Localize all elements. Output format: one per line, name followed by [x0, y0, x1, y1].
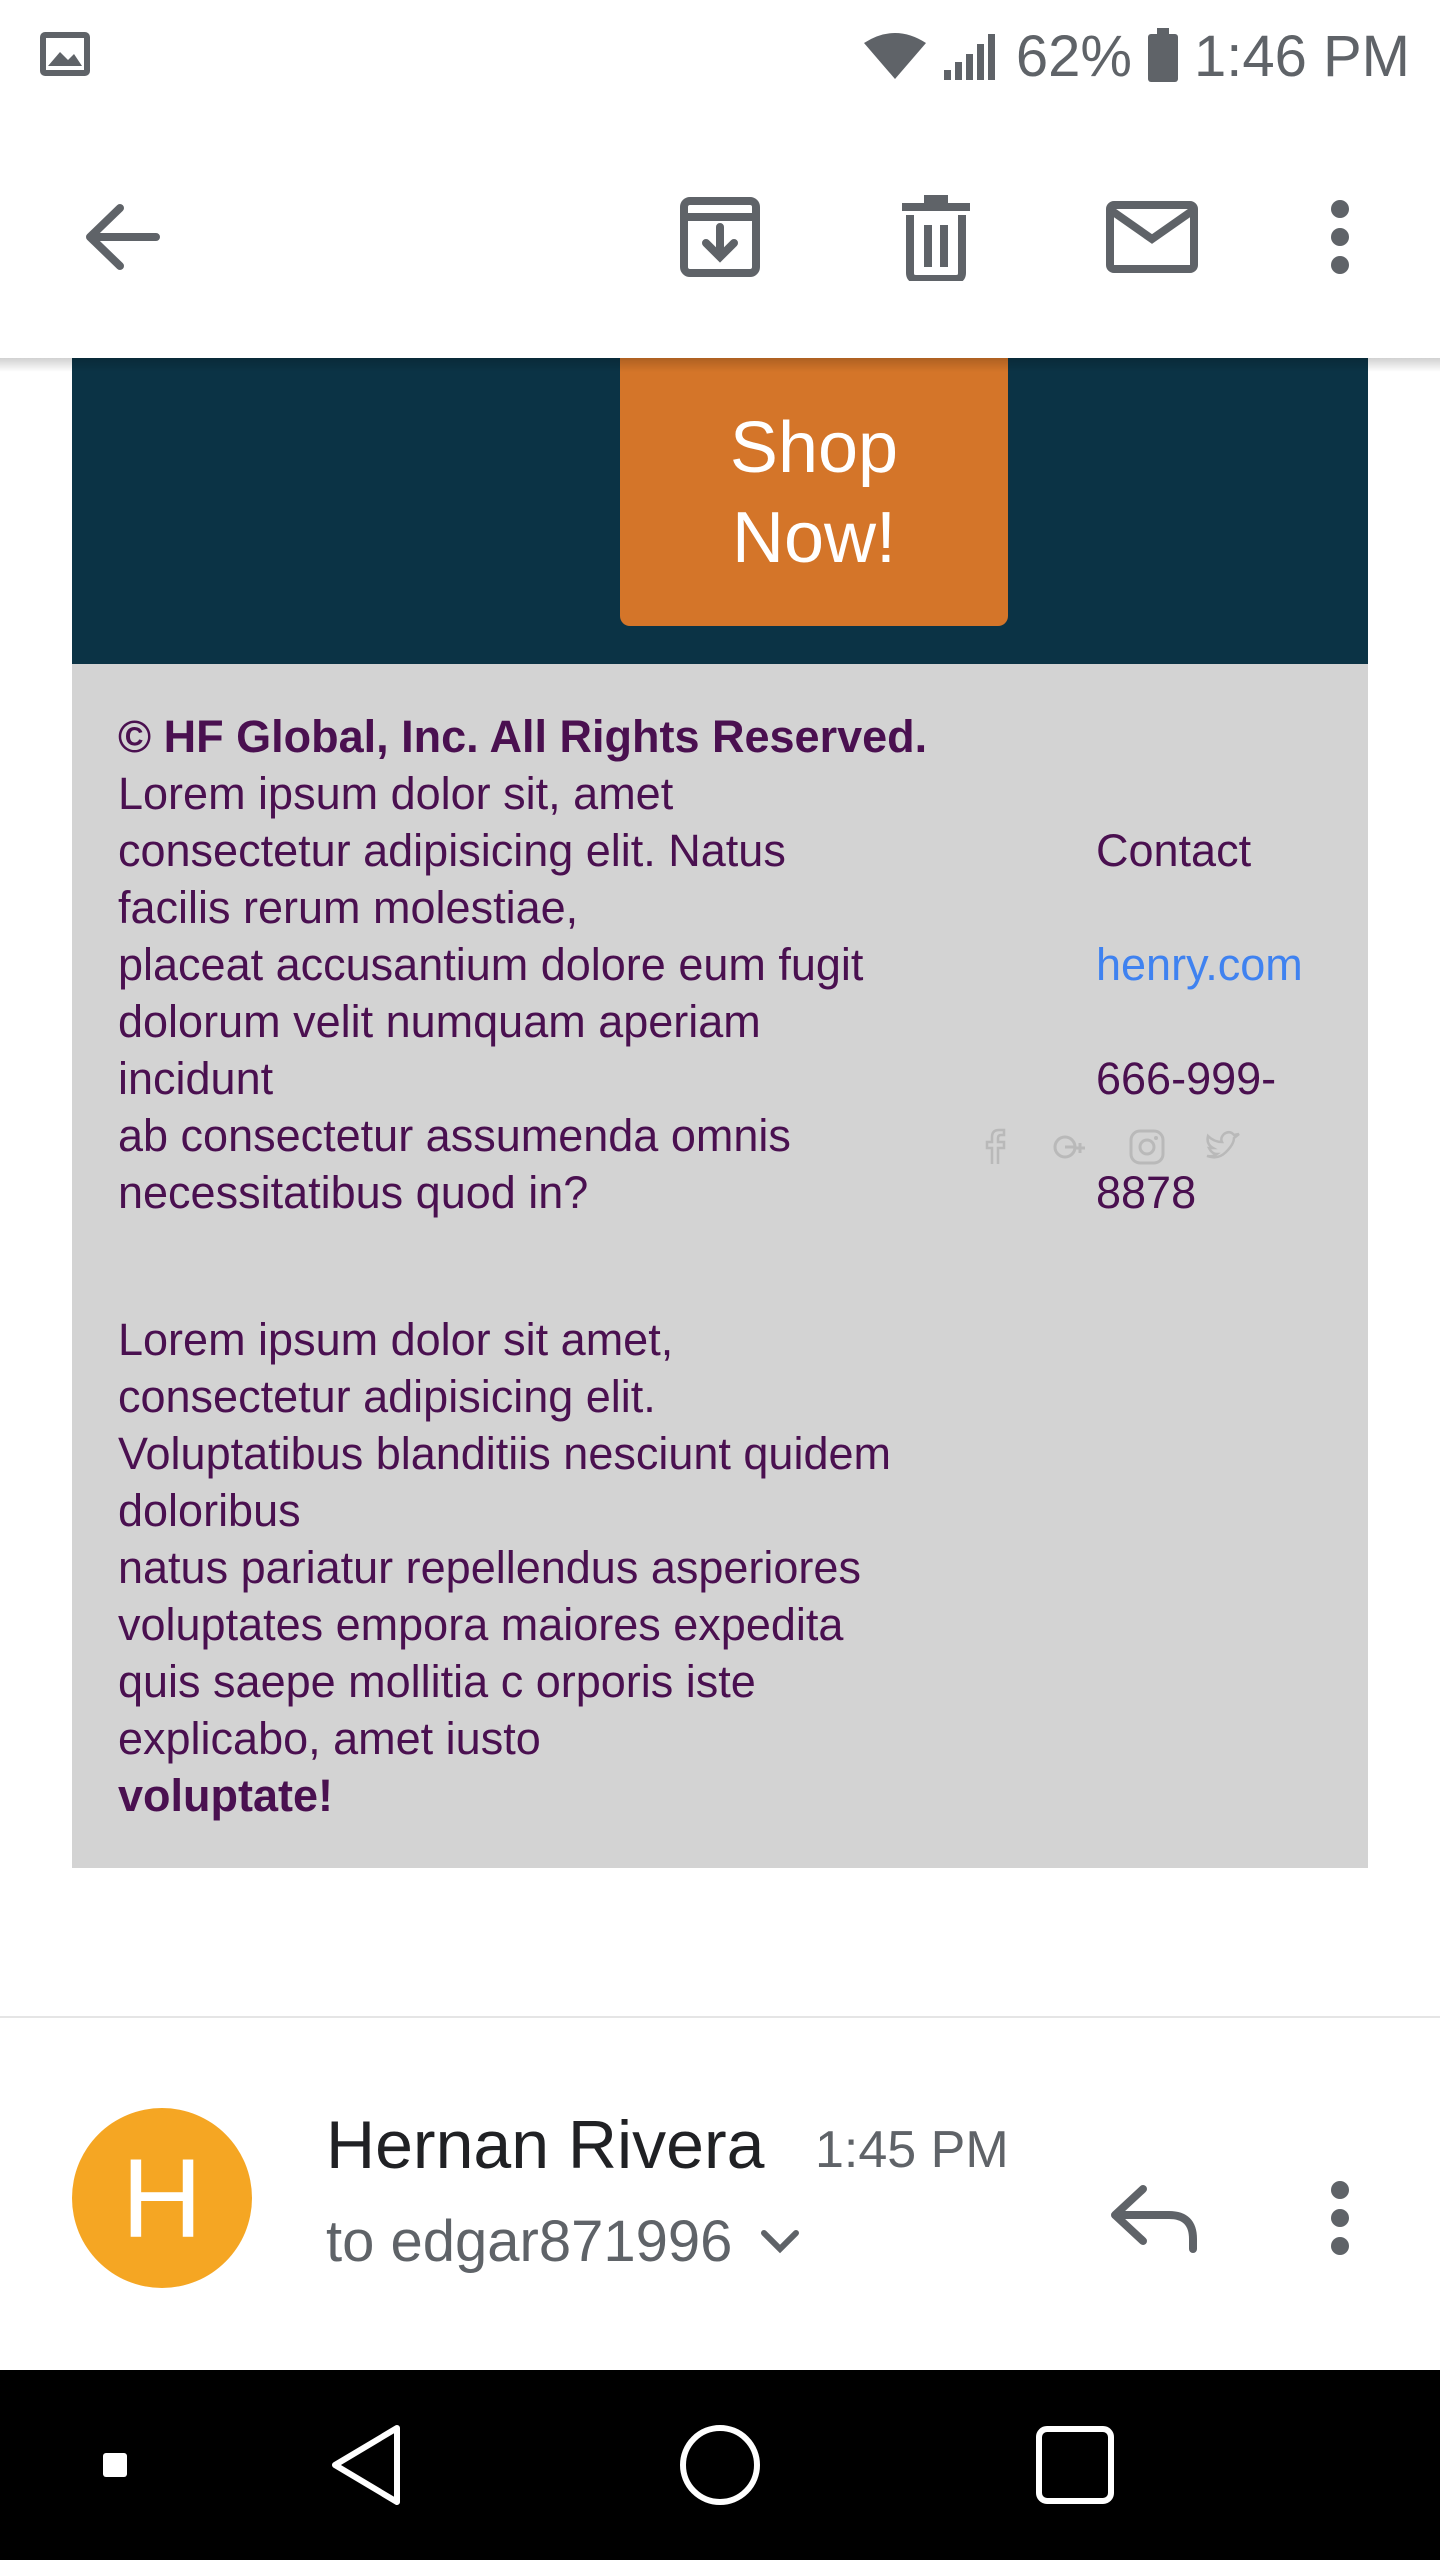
wifi-icon — [863, 33, 926, 79]
more-options-button[interactable] — [1290, 187, 1390, 287]
image-icon — [40, 32, 90, 76]
para2-line: natus pariatur repellendus asperiores — [118, 1542, 861, 1593]
para2-line: Voluptatibus blanditiis nesciunt quidem — [118, 1428, 891, 1479]
message-header: H Hernan Rivera 1:45 PM to edgar871996 — [0, 2018, 1440, 2370]
back-arrow-icon — [86, 204, 160, 270]
back-button[interactable] — [72, 187, 172, 287]
more-vert-icon — [1331, 200, 1349, 274]
para1-line: facilis rerum molestiae, — [118, 882, 579, 933]
para1-line: ab consectetur assumenda omnis — [118, 1110, 791, 1161]
battery-percent: 62% — [1015, 23, 1132, 89]
back-triangle-icon — [332, 2425, 400, 2505]
para1-line: consectetur adipisicing elit. Natus — [118, 825, 786, 876]
copyright-text: © HF Global, Inc. All Rights Reserved. — [118, 711, 928, 762]
overview-square-icon — [1036, 2426, 1114, 2504]
avatar-letter: H — [121, 2135, 203, 2261]
contact-block: Contact henry.com 666-999-8878 — [1024, 794, 1364, 1218]
signal-icon — [943, 34, 995, 80]
message-more-button[interactable] — [1290, 2168, 1390, 2268]
google-plus-icon[interactable] — [1052, 1128, 1090, 1166]
mail-icon — [1106, 201, 1198, 273]
para2-line: voluptates empora maiores expedita — [118, 1599, 844, 1650]
status-icons: 62% 1:46 PM — [862, 18, 1410, 94]
para2-line: explicabo, amet iusto — [118, 1713, 541, 1764]
home-circle-icon — [680, 2425, 760, 2505]
recent-apps-small-icon — [103, 2453, 127, 2477]
recipient-text: to edgar871996 — [326, 2209, 733, 2274]
shop-now-button[interactable]: Shop Now! — [620, 350, 1008, 626]
footer-text: © HF Global, Inc. All Rights Reserved. L… — [118, 708, 1038, 1824]
para1-line: dolorum velit numquam aperiam — [118, 996, 761, 1047]
para2-bold-line: voluptate! — [118, 1770, 334, 1821]
promo-banner: Shop Now! — [72, 350, 1368, 664]
chevron-down-icon — [761, 2229, 800, 2253]
more-vert-icon — [1331, 2181, 1349, 2255]
facebook-icon[interactable] — [976, 1128, 1014, 1166]
delete-icon — [902, 195, 970, 281]
para2-line: consectetur adipisicing elit. — [118, 1371, 656, 1422]
battery-icon — [1148, 28, 1178, 82]
avatar[interactable]: H — [72, 2108, 252, 2288]
email-footer: © HF Global, Inc. All Rights Reserved. L… — [72, 664, 1368, 1868]
recipient-toggle[interactable]: to edgar871996 — [326, 2208, 800, 2275]
toolbar-shadow — [0, 358, 1440, 372]
para1-line: necessitatibus quod in? — [118, 1167, 589, 1218]
shop-button-line1: Shop — [729, 408, 899, 488]
website-link[interactable]: henry.com — [1096, 908, 1364, 1022]
para2-line: quis saepe mollitia c orporis iste — [118, 1656, 756, 1707]
mark-unread-button[interactable] — [1102, 187, 1202, 287]
shop-button-line2: Now! — [731, 498, 897, 578]
reply-button[interactable] — [1100, 2168, 1210, 2268]
status-bar: 62% 1:46 PM — [0, 0, 1440, 112]
para1-line: incidunt — [118, 1053, 274, 1104]
sender-name[interactable]: Hernan Rivera — [326, 2106, 764, 2184]
nav-back-button[interactable] — [315, 2415, 415, 2515]
system-nav-bar — [0, 2370, 1440, 2560]
reply-icon — [1111, 2185, 1197, 2253]
twitter-icon[interactable] — [1204, 1128, 1242, 1166]
social-links — [976, 1128, 1242, 1166]
para2-line: Lorem ipsum dolor sit amet, — [118, 1314, 674, 1365]
delete-button[interactable] — [886, 187, 986, 287]
instagram-icon[interactable] — [1128, 1128, 1166, 1166]
recent-apps-small-button[interactable] — [90, 2415, 140, 2515]
message-time: 1:45 PM — [815, 2121, 1009, 2179]
nav-home-button[interactable] — [670, 2415, 770, 2515]
nav-overview-button[interactable] — [1025, 2415, 1125, 2515]
para1-line: Lorem ipsum dolor sit, amet — [118, 768, 674, 819]
archive-icon — [680, 197, 760, 277]
toolbar — [0, 112, 1440, 372]
phone-number[interactable]: 666-999-8878 — [1096, 1022, 1364, 1218]
para2-line: doloribus — [118, 1485, 301, 1536]
para1-line: placeat accusantium dolore eum fugit — [118, 939, 864, 990]
archive-button[interactable] — [670, 187, 770, 287]
contact-label: Contact — [1096, 825, 1252, 876]
status-time: 1:46 PM — [1194, 23, 1410, 89]
